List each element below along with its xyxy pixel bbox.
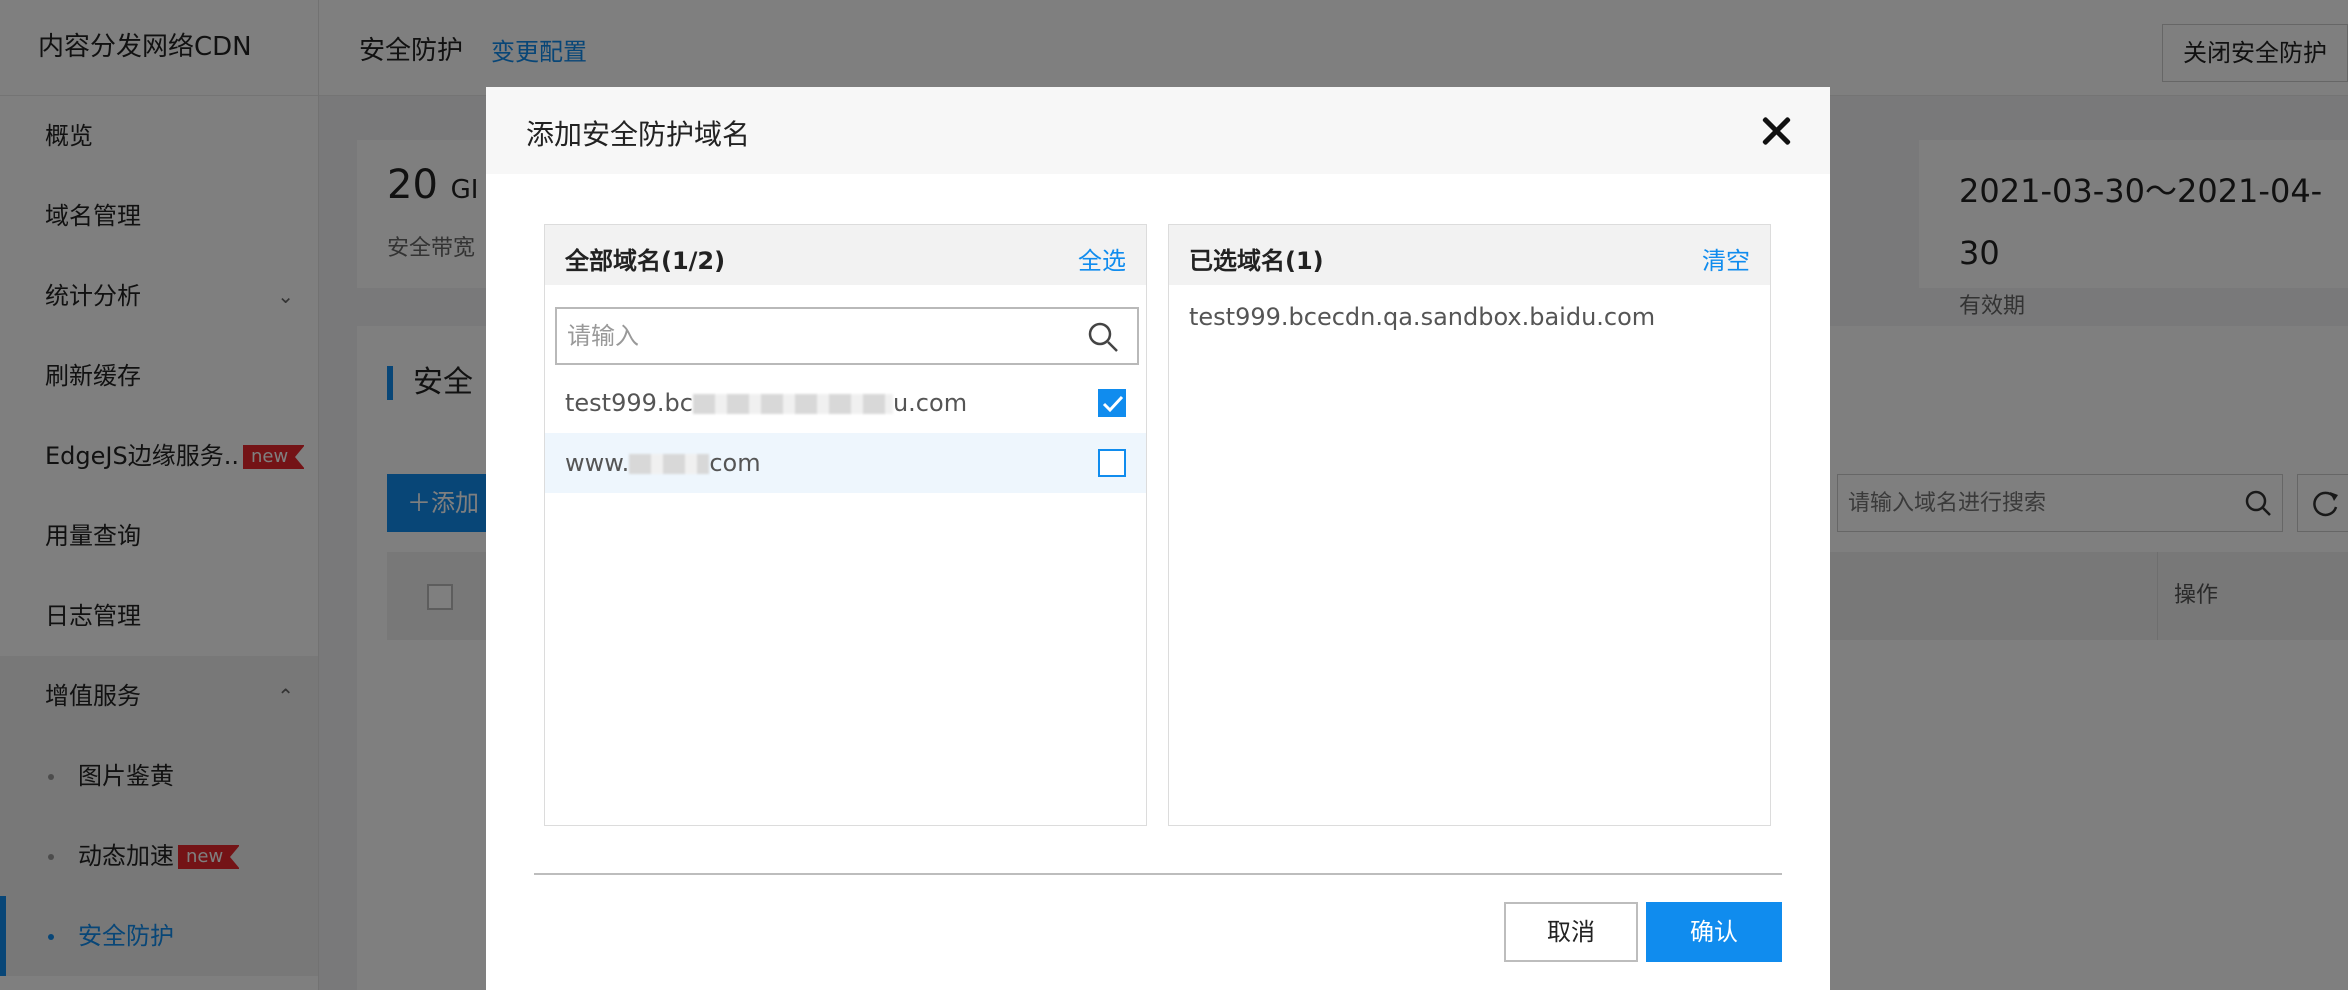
dialog-title: 添加安全防护域名 [526, 118, 751, 151]
checkmark-icon [1102, 395, 1124, 413]
selected-domains-header: 已选域名(1) 清空 [1169, 225, 1770, 285]
close-icon[interactable] [1756, 111, 1796, 151]
redacted-text [629, 454, 710, 474]
selected-domains-panel: 已选域名(1) 清空 test999.bcecdn.qa.sandbox.bai… [1168, 224, 1771, 826]
list-item[interactable]: www. com [545, 433, 1146, 493]
cancel-button[interactable]: 取消 [1504, 902, 1638, 962]
domain-checkbox[interactable] [1098, 389, 1126, 417]
all-domains-title: 全部域名(1/2) [565, 247, 726, 275]
domain-suffix: com [709, 449, 761, 477]
confirm-button[interactable]: 确认 [1646, 902, 1782, 962]
all-domains-panel: 全部域名(1/2) 全选 test999.bc u.com www. com [544, 224, 1147, 826]
list-item[interactable]: test999.bc u.com [545, 373, 1146, 433]
redacted-text [692, 394, 893, 414]
domain-suffix: u.com [892, 389, 968, 417]
add-security-domain-dialog: 添加安全防护域名 全部域名(1/2) 全选 test999.bc u.com ww… [486, 87, 1830, 990]
selected-domains-title: 已选域名(1) [1189, 247, 1324, 275]
all-domains-header: 全部域名(1/2) 全选 [545, 225, 1146, 285]
domain-prefix: www. [565, 449, 630, 477]
domain-prefix: test999.bc [565, 389, 693, 417]
search-icon[interactable] [1087, 321, 1119, 357]
domain-checkbox[interactable] [1098, 449, 1126, 477]
select-all-link[interactable]: 全选 [1078, 241, 1126, 276]
dialog-header: 添加安全防护域名 [486, 87, 1830, 174]
clear-link[interactable]: 清空 [1702, 241, 1750, 276]
selected-domain-item: test999.bcecdn.qa.sandbox.baidu.com [1189, 303, 1656, 331]
domain-filter [555, 307, 1139, 365]
dialog-divider [534, 873, 1782, 875]
domain-filter-input[interactable] [557, 309, 1057, 363]
